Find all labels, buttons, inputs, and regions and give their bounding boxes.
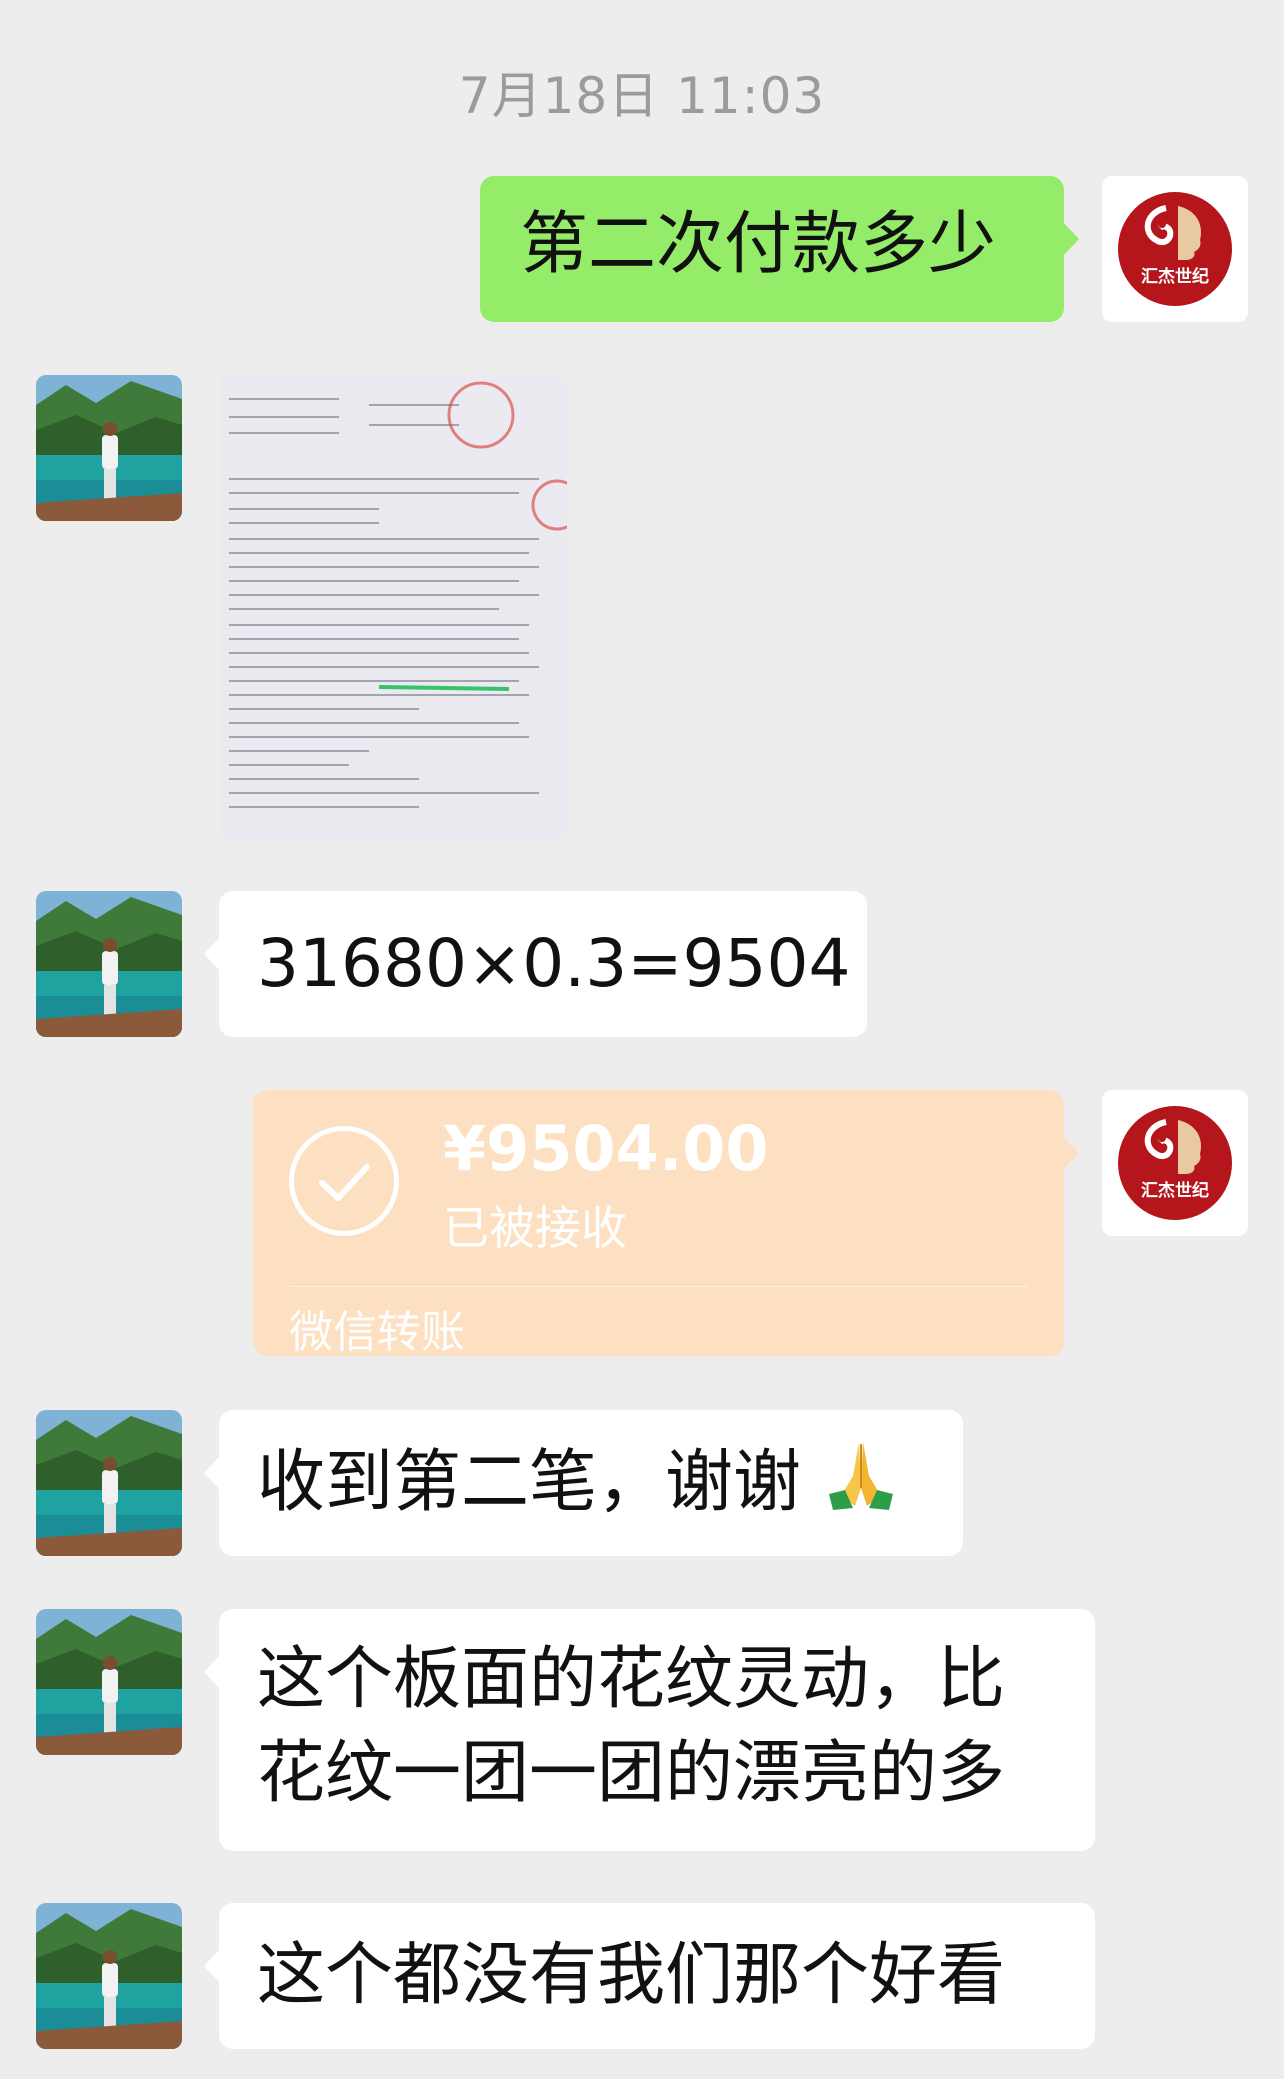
message-timestamp: 7月18日 11:03 [458, 67, 826, 125]
chat-bubble-contact[interactable]: 这个板面的花纹灵动，比 花纹一团一团的漂亮的多 [204, 1609, 1095, 1851]
bubble-tail [1063, 222, 1079, 256]
bubble-tail [204, 1456, 220, 1490]
self-avatar[interactable]: 汇杰世纪 [1102, 1090, 1248, 1236]
transfer-status: 已被接收 [443, 1201, 627, 1255]
bubble-tail [204, 1655, 220, 1689]
bubble-tail [204, 937, 220, 971]
transfer-amount: ¥9504.00 [443, 1112, 769, 1185]
self-avatar[interactable]: 汇杰世纪 [1102, 176, 1248, 322]
message-text: 第二次付款多少 [520, 205, 997, 284]
landscape-avatar-icon [36, 1903, 182, 2049]
chat-bubble-contact[interactable]: 31680×0.3=9504 [204, 891, 867, 1037]
check-circle-icon [289, 1126, 399, 1236]
contract-image[interactable] [219, 375, 567, 839]
chat-bubble-contact[interactable]: 这个都没有我们那个好看 [204, 1903, 1095, 2049]
company-logo-icon: 汇杰世纪 [1118, 192, 1232, 306]
landscape-avatar-icon [36, 375, 182, 521]
message-text: 这个都没有我们那个好看 [257, 1936, 1006, 2015]
message-text: 31680×0.3=9504 [257, 925, 851, 1002]
bubble-tail [1063, 1136, 1079, 1170]
contact-avatar[interactable] [36, 375, 182, 521]
chat-bubble-self[interactable]: 第二次付款多少 [480, 176, 1079, 322]
folded-hands-icon [823, 1436, 899, 1537]
contract-document-icon [219, 375, 567, 839]
message-text-line-2: 花纹一团一团的漂亮的多 [257, 1734, 1006, 1813]
transfer-label: 微信转账 [289, 1307, 465, 1358]
contact-avatar[interactable] [36, 1903, 182, 2049]
chat-bubble-contact[interactable]: 收到第二笔，谢谢 [204, 1410, 963, 1556]
contact-avatar[interactable] [36, 1609, 182, 1755]
contact-avatar[interactable] [36, 891, 182, 1037]
message-text-line-1: 这个板面的花纹灵动，比 [257, 1640, 1006, 1719]
contact-avatar[interactable] [36, 1410, 182, 1556]
divider [289, 1286, 1028, 1287]
landscape-avatar-icon [36, 1410, 182, 1556]
bubble-tail [204, 1949, 220, 1983]
wechat-transfer-card[interactable]: ¥9504.00 已被接收 微信转账 [253, 1090, 1079, 1358]
landscape-avatar-icon [36, 891, 182, 1037]
logo-text: 汇杰世纪 [1141, 1180, 1209, 1201]
message-text: 收到第二笔，谢谢 [257, 1443, 802, 1523]
logo-text: 汇杰世纪 [1141, 266, 1209, 287]
company-logo-icon: 汇杰世纪 [1118, 1106, 1232, 1220]
landscape-avatar-icon [36, 1609, 182, 1755]
